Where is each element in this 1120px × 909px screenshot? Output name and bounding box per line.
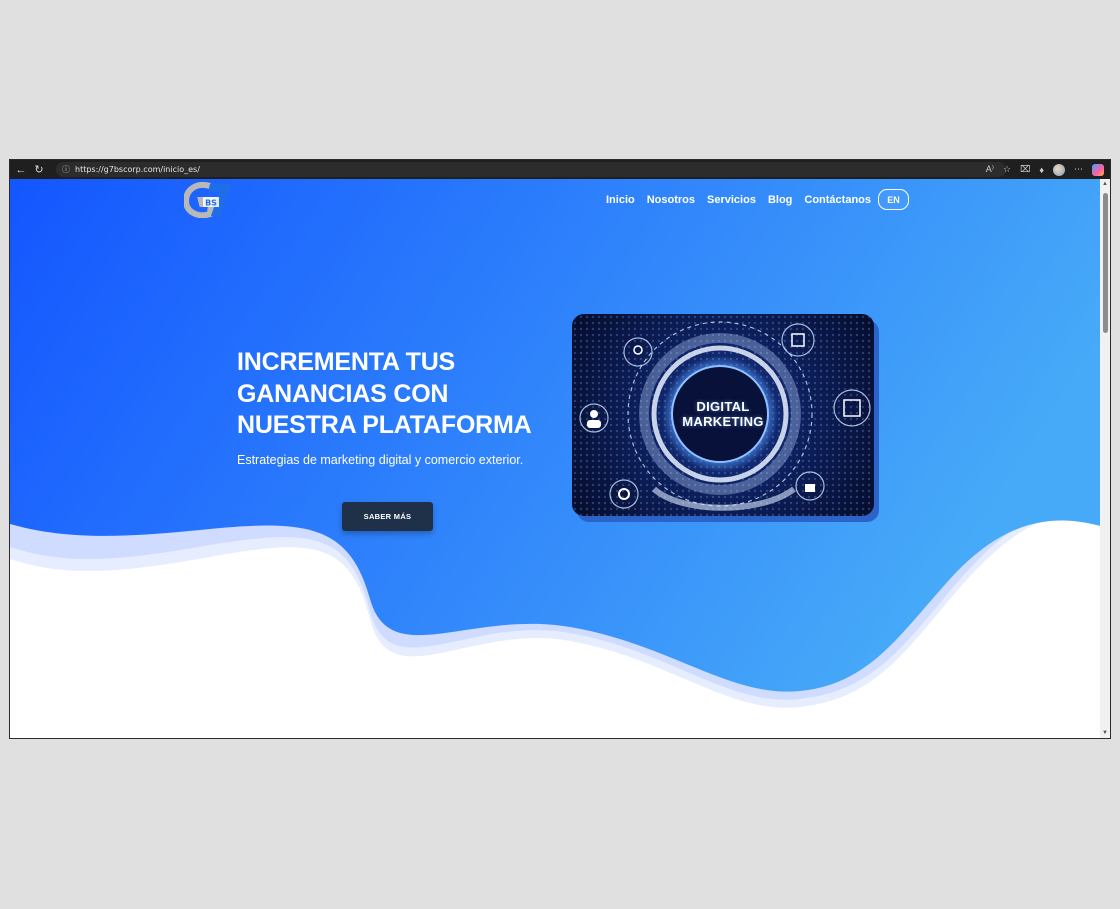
browser-right-tools: A⁾ ☆ ⌧ ♦ ⋯ [986, 160, 1104, 179]
hero-title-line: NUESTRA PLATAFORMA [237, 411, 532, 439]
hero-title: INCREMENTA TUS GANANCIAS CON NUESTRA PLA… [237, 347, 567, 442]
language-toggle-button[interactable]: EN [878, 189, 909, 210]
hero-title-line: GANANCIAS CON [237, 379, 449, 408]
hero-image-caption: DIGITAL MARKETING [572, 399, 874, 429]
browser-window: ← ↻ ⓘ https://g7bscorp.com/inicio_es/ A⁾… [10, 160, 1110, 738]
url-text: https://g7bscorp.com/inicio_es/ [75, 165, 200, 174]
nav-inicio[interactable]: Inicio [606, 194, 635, 206]
more-menu-icon[interactable]: ⋯ [1074, 164, 1083, 175]
nav-servicios[interactable]: Servicios [707, 194, 756, 206]
site-info-icon[interactable]: ⓘ [62, 164, 70, 175]
page-scrollbar[interactable]: ▲ ▼ [1100, 179, 1110, 738]
collections-icon[interactable]: ♦ [1039, 165, 1044, 175]
scroll-up-icon[interactable]: ▲ [1102, 181, 1108, 187]
extension-icon[interactable]: ⌧ [1020, 164, 1030, 175]
nav-nosotros[interactable]: Nosotros [647, 194, 695, 206]
hero-title-line: INCREMENTA TUS [237, 348, 456, 376]
back-arrow-icon[interactable]: ← [12, 160, 30, 179]
read-aloud-icon[interactable]: A⁾ [986, 164, 994, 175]
hero-image: DIGITAL MARKETING [572, 314, 874, 516]
scrollbar-thumb[interactable] [1103, 193, 1108, 333]
favorite-star-icon[interactable]: ☆ [1003, 164, 1011, 175]
svg-text:BS: BS [205, 199, 217, 208]
scroll-down-icon[interactable]: ▼ [1102, 730, 1108, 736]
browser-toolbar: ← ↻ ⓘ https://g7bscorp.com/inicio_es/ A⁾… [10, 160, 1110, 179]
hero-image-caption-line: DIGITAL [696, 399, 750, 414]
nav-blog[interactable]: Blog [768, 194, 792, 206]
profile-avatar[interactable] [1053, 163, 1065, 176]
main-nav: Inicio Nosotros Servicios Blog Contáctan… [606, 190, 871, 210]
company-logo[interactable]: BS [184, 182, 234, 218]
hero-subtitle: Estrategias de marketing digital y comer… [237, 453, 524, 467]
saber-mas-button[interactable]: SABER MÁS [342, 502, 433, 531]
page-viewport: BS Inicio Nosotros Servicios Blog Contác… [10, 179, 1110, 738]
nav-contactanos[interactable]: Contáctanos [804, 194, 871, 206]
copilot-icon[interactable] [1092, 163, 1104, 176]
reload-icon[interactable]: ↻ [30, 160, 48, 179]
hero-image-caption-line: MARKETING [682, 414, 764, 429]
address-bar[interactable]: ⓘ https://g7bscorp.com/inicio_es/ [56, 162, 1006, 177]
